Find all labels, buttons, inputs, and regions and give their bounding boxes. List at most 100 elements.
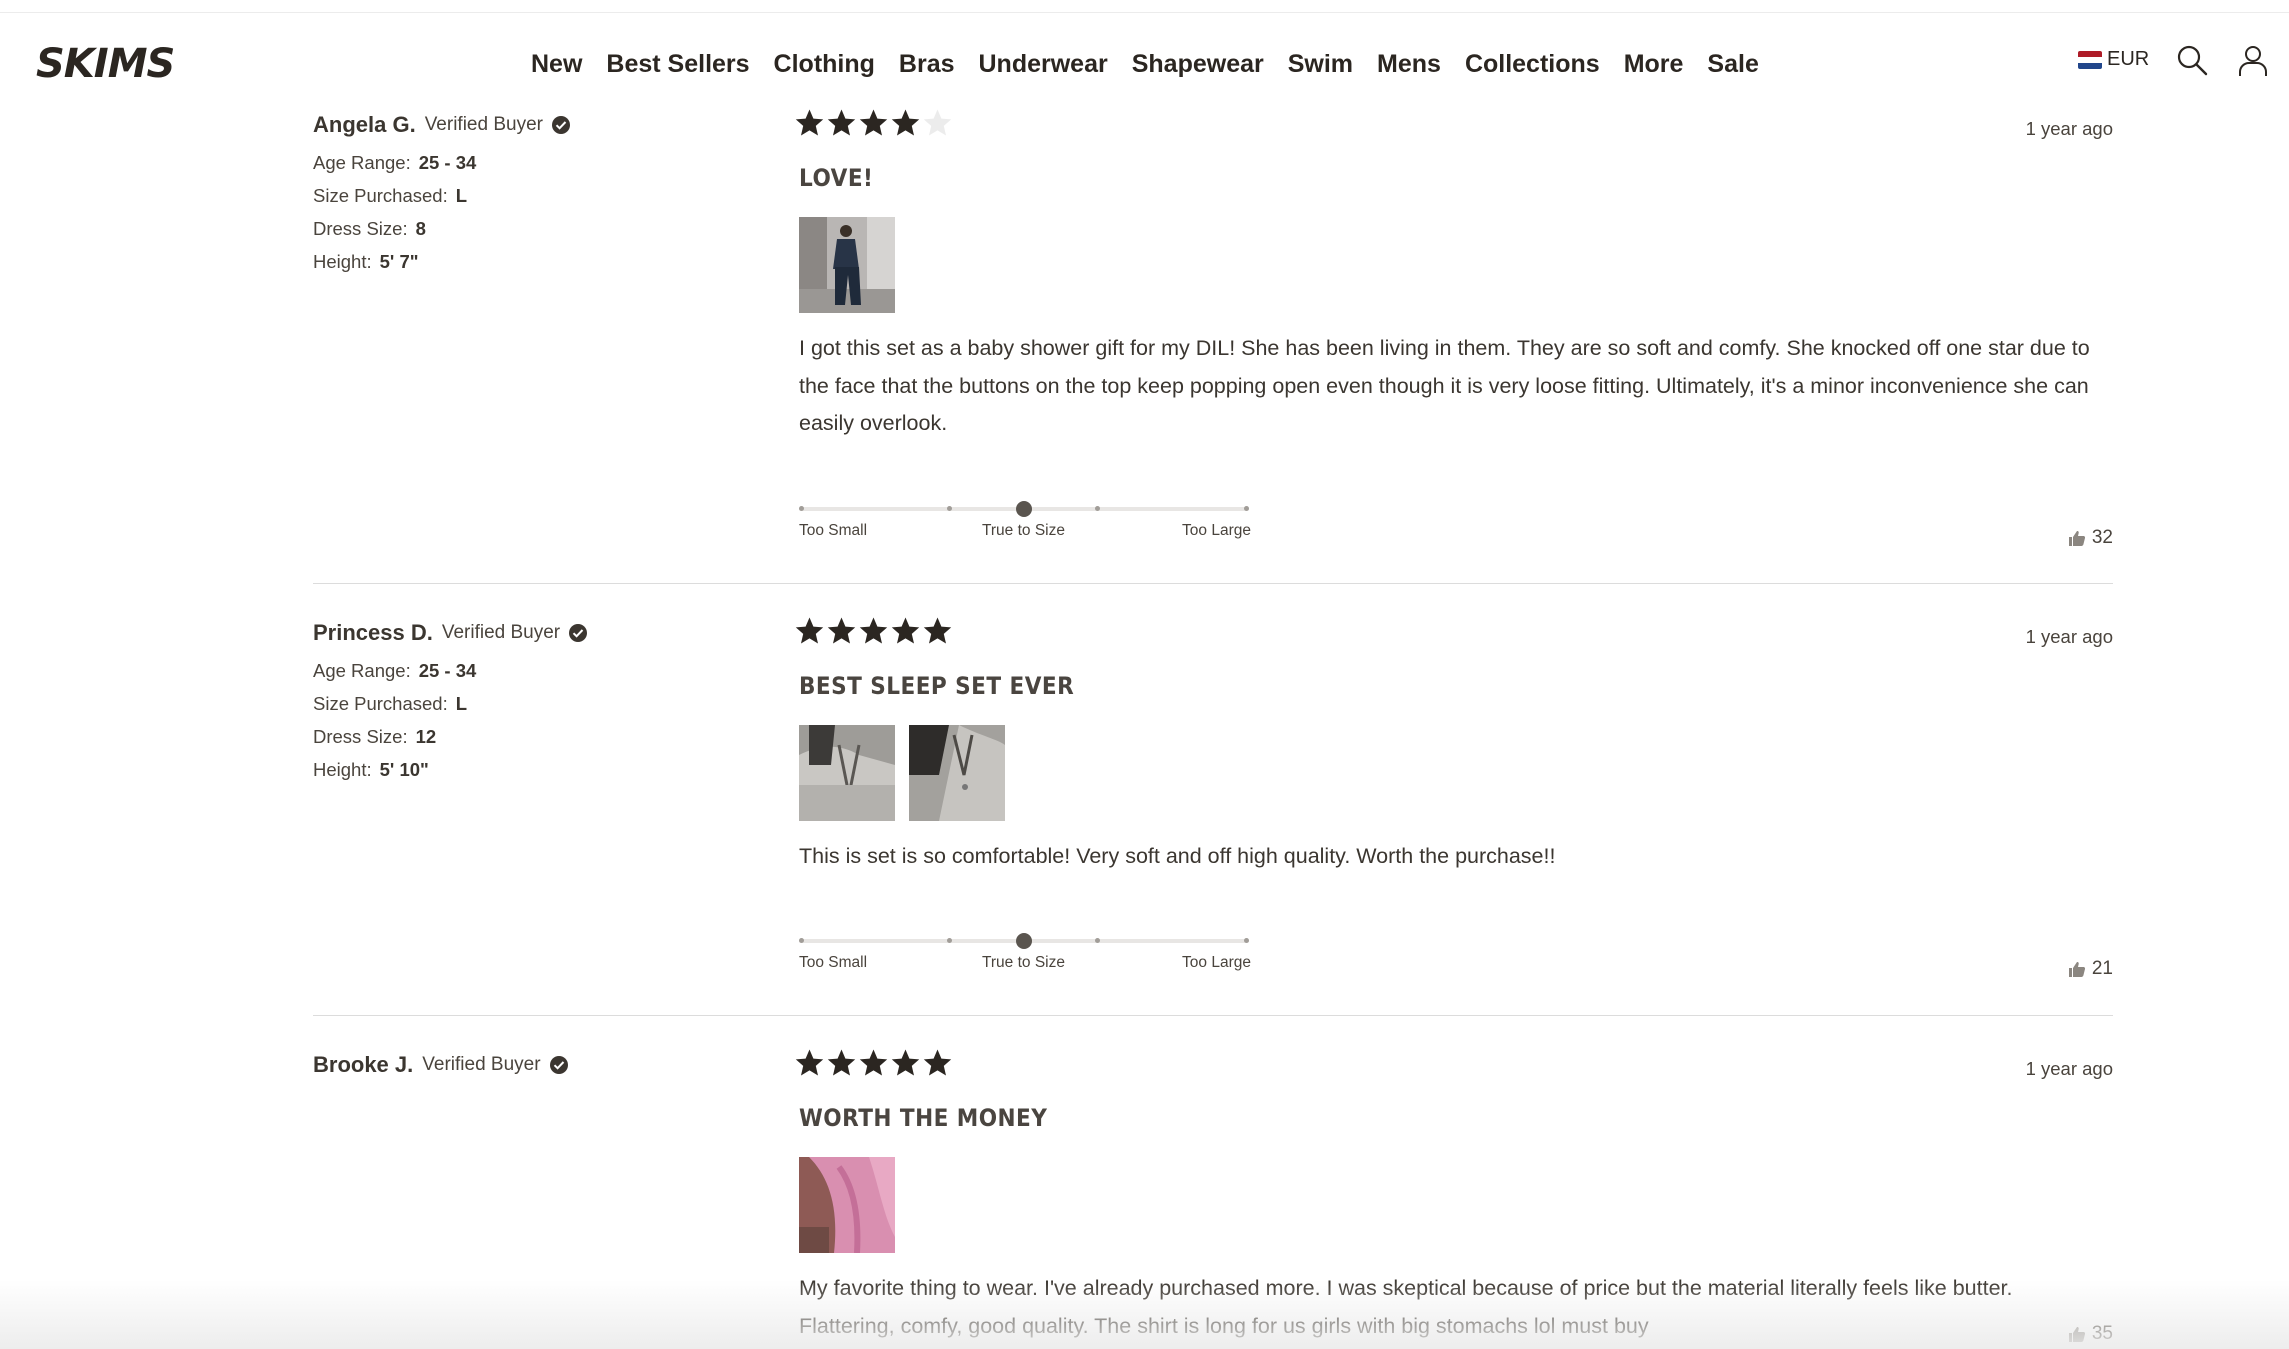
- fit-tick: [1244, 938, 1249, 943]
- star-filled-icon: [859, 1049, 888, 1076]
- fit-indicator: [1016, 933, 1032, 949]
- dress-size: Dress Size: 12: [313, 726, 437, 747]
- review-body: My favorite thing to wear. I've already …: [799, 1276, 2013, 1338]
- review-date: 1 year ago: [2025, 118, 2113, 139]
- review-photo[interactable]: [799, 725, 895, 821]
- helpful-votes[interactable]: 35: [2068, 1323, 2113, 1345]
- helpful-count: 21: [2091, 958, 2113, 979]
- verified-check-icon: [551, 116, 570, 134]
- star-empty-icon: [923, 109, 952, 136]
- review-divider: [313, 583, 2113, 584]
- fit-scale: Too Small True to Size Too Large: [799, 498, 1251, 548]
- top-border: [0, 0, 2289, 13]
- size-purchased: Size Purchased: L: [313, 693, 468, 714]
- star-filled-icon: [859, 617, 888, 644]
- svg-text:SKIMS: SKIMS: [36, 41, 174, 83]
- fit-label-true: True to Size: [982, 954, 1065, 971]
- helpful-votes[interactable]: 21: [2068, 958, 2113, 980]
- nav-more[interactable]: More: [1624, 50, 1684, 79]
- author-name: Angela G.: [313, 112, 416, 137]
- review-title: BEST SLEEP SET EVER: [799, 672, 1075, 700]
- currency-label: EUR: [2107, 48, 2150, 70]
- fit-tick: [947, 938, 952, 943]
- author-name: Princess D.: [313, 620, 433, 645]
- review-date: 1 year ago: [2025, 626, 2113, 647]
- review-photos: [799, 217, 909, 313]
- star-rating: [794, 616, 954, 646]
- star-filled-icon: [827, 109, 856, 136]
- review-card: Angela G. Verified Buyer Age Range: 25 - …: [313, 108, 2113, 578]
- review-card: Brooke J. Verified Buyer 1 year ago WORT…: [313, 1048, 2113, 1349]
- nav-sale[interactable]: Sale: [1707, 50, 1758, 79]
- nav-best-sellers[interactable]: Best Sellers: [606, 50, 749, 79]
- fit-tick: [947, 506, 952, 511]
- star-filled-icon: [923, 617, 952, 644]
- star-filled-icon: [795, 617, 824, 644]
- author-line: Brooke J. Verified Buyer: [313, 1052, 569, 1078]
- star-filled-icon: [891, 1049, 920, 1076]
- review-body: I got this set as a baby shower gift for…: [799, 336, 2090, 435]
- author-name: Brooke J.: [313, 1052, 414, 1077]
- dress-size: Dress Size: 8: [313, 218, 426, 239]
- age-range: Age Range: 25 - 34: [313, 152, 477, 173]
- star-filled-icon: [795, 109, 824, 136]
- height: Height: 5' 10": [313, 759, 429, 780]
- review-photos: [799, 1157, 909, 1253]
- star-filled-icon: [923, 1049, 952, 1076]
- nav-swim[interactable]: Swim: [1288, 50, 1353, 79]
- thumbs-up-icon: [2068, 962, 2085, 977]
- helpful-count: 35: [2091, 1323, 2113, 1344]
- author-line: Princess D. Verified Buyer: [313, 620, 588, 646]
- review-title: LOVE!: [799, 164, 874, 192]
- star-filled-icon: [827, 1049, 856, 1076]
- fit-label-true: True to Size: [982, 522, 1065, 539]
- nav-bras[interactable]: Bras: [899, 50, 955, 79]
- helpful-count: 32: [2091, 527, 2113, 548]
- review-photo[interactable]: [799, 217, 895, 313]
- fit-tick: [1095, 938, 1100, 943]
- star-rating: [794, 108, 954, 138]
- fit-label-small: Too Small: [799, 522, 868, 539]
- review-divider: [313, 1015, 2113, 1016]
- nav-collections[interactable]: Collections: [1465, 50, 1600, 79]
- size-purchased: Size Purchased: L: [313, 185, 468, 206]
- helpful-votes[interactable]: 32: [2068, 527, 2113, 549]
- fit-scale: Too Small True to Size Too Large: [799, 930, 1251, 980]
- fit-tick: [799, 506, 804, 511]
- verified-label: Verified Buyer: [422, 1054, 541, 1075]
- verified-check-icon: [549, 1056, 568, 1074]
- review-photo[interactable]: [799, 1157, 895, 1253]
- search-icon[interactable]: [2175, 43, 2209, 77]
- fit-indicator: [1016, 501, 1032, 517]
- review-card: Princess D. Verified Buyer Age Range: 25 …: [313, 616, 2113, 996]
- currency-selector[interactable]: EUR: [2078, 48, 2149, 71]
- account-icon[interactable]: [2236, 43, 2270, 77]
- review-title: WORTH THE MONEY: [799, 1104, 1048, 1132]
- age-range: Age Range: 25 - 34: [313, 660, 477, 681]
- review-photos: [799, 725, 1019, 821]
- review-photo[interactable]: [909, 725, 1005, 821]
- fit-label-small: Too Small: [799, 954, 868, 971]
- nav-clothing[interactable]: Clothing: [774, 50, 875, 79]
- nav-mens[interactable]: Mens: [1377, 50, 1441, 79]
- review-body: This is set is so comfortable! Very soft…: [799, 844, 1556, 868]
- star-filled-icon: [859, 109, 888, 136]
- review-date: 1 year ago: [2025, 1058, 2113, 1079]
- netherlands-flag-icon: [2078, 50, 2102, 69]
- verified-label: Verified Buyer: [441, 622, 561, 643]
- author-line: Angela G. Verified Buyer: [313, 112, 571, 138]
- fit-tick: [799, 938, 804, 943]
- star-filled-icon: [891, 617, 920, 644]
- fit-tick: [1244, 506, 1249, 511]
- star-rating: [794, 1048, 954, 1078]
- thumbs-up-icon: [2068, 1327, 2085, 1342]
- height: Height: 5' 7": [313, 251, 419, 272]
- fit-label-large: Too Large: [1182, 954, 1251, 971]
- fit-tick: [1095, 506, 1100, 511]
- nav-shapewear[interactable]: Shapewear: [1132, 50, 1264, 79]
- nav-underwear[interactable]: Underwear: [979, 50, 1108, 79]
- nav-new[interactable]: New: [531, 50, 582, 79]
- skims-logo[interactable]: SKIMS: [34, 41, 182, 83]
- thumbs-up-icon: [2068, 531, 2085, 546]
- star-filled-icon: [891, 109, 920, 136]
